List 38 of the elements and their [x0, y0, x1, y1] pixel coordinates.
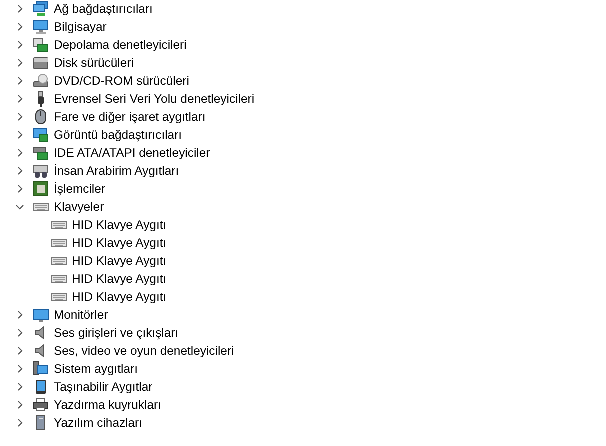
portable-device-icon [33, 379, 49, 395]
computer-system-icon [33, 361, 49, 377]
tree-item[interactable]: Ses, video ve oyun denetleyicileri [54, 344, 234, 358]
tree-item[interactable]: Sistem aygıtları [54, 362, 138, 376]
disk-drive-icon [33, 55, 49, 71]
processor-icon [33, 181, 49, 197]
tree-item[interactable]: İşlemciler [54, 182, 106, 196]
tree-item[interactable]: İnsan Arabirim Aygıtları [54, 164, 180, 178]
tree-item[interactable]: Bilgisayar [54, 20, 107, 34]
tree-item[interactable]: HID Klavye Aygıtı [72, 236, 167, 250]
tree-item[interactable]: Ağ bağdaştırıcıları [54, 2, 153, 16]
tree-item[interactable]: HID Klavye Aygıtı [72, 254, 167, 268]
dvd-drive-icon [33, 73, 49, 89]
storage-controller-icon [33, 37, 49, 53]
tree-item[interactable]: Evrensel Seri Veri Yolu denetleyicileri [54, 92, 255, 106]
tree-item[interactable]: Depolama denetleyicileri [54, 38, 187, 52]
tree-item[interactable]: HID Klavye Aygıtı [72, 290, 167, 304]
tree-item[interactable]: DVD/CD-ROM sürücüleri [54, 74, 190, 88]
tree-item[interactable]: HID Klavye Aygıtı [72, 218, 167, 232]
tree-item[interactable]: Taşınabilir Aygıtlar [54, 380, 153, 394]
keyboard-joystick-icon [33, 163, 49, 179]
printer-icon [33, 397, 49, 413]
tree-item[interactable]: IDE ATA/ATAPI denetleyiciler [54, 146, 210, 160]
tree-item[interactable]: Klavyeler [54, 200, 104, 214]
tree-item[interactable]: Görüntü bağdaştırıcıları [54, 128, 182, 142]
mouse-icon [33, 109, 49, 125]
display-adapter-icon [33, 127, 49, 143]
tree-item[interactable]: HID Klavye Aygıtı [72, 272, 167, 286]
tree-item[interactable]: Ses girişleri ve çıkışları [54, 326, 179, 340]
computer-icon [33, 19, 49, 35]
ide-controller-icon [33, 145, 49, 161]
tree-item[interactable]: Monitörler [54, 308, 108, 322]
tree-item[interactable]: Disk sürücüleri [54, 56, 134, 70]
tree-item[interactable]: Fare ve diğer işaret aygıtları [54, 110, 206, 124]
monitor-icon [33, 307, 49, 323]
tree-item[interactable]: Yazılım cihazları [54, 416, 142, 430]
tree-item[interactable]: Yazdırma kuyrukları [54, 398, 162, 412]
network-icon [33, 1, 49, 17]
